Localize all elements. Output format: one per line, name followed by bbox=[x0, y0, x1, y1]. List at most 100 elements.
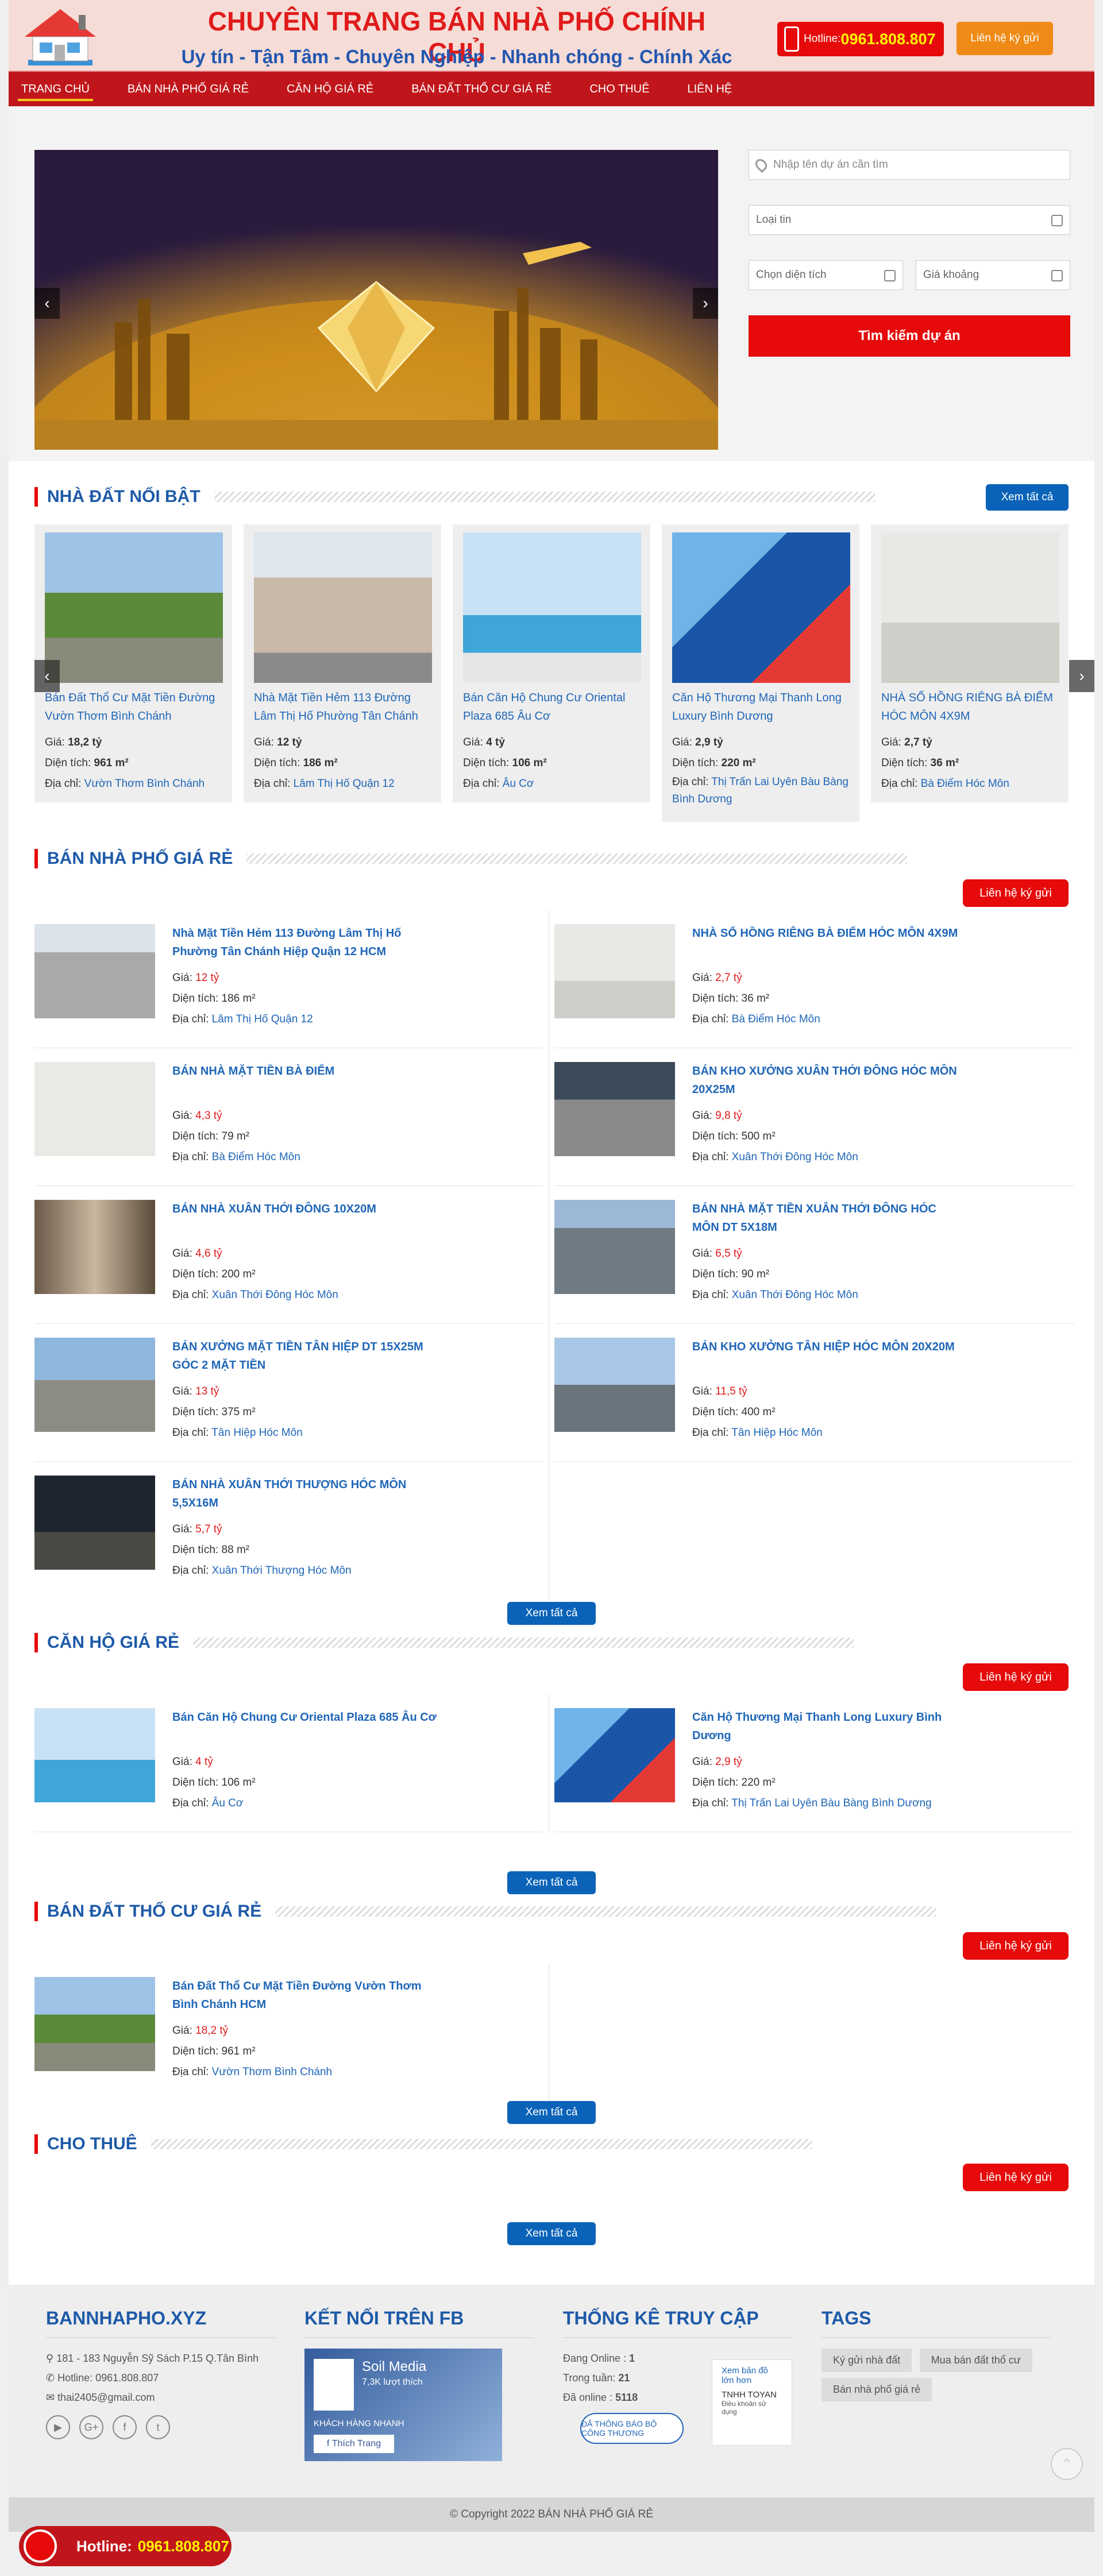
nav-item-nha-pho[interactable]: BÁN NHÀ PHỐ GIÁ RẺ bbox=[128, 71, 249, 107]
listing-item[interactable]: BÁN NHÀ XUÂN THỚI ĐÔNG 10X20M Giá: 4,6 t… bbox=[34, 1186, 543, 1324]
featured-photo[interactable] bbox=[254, 532, 432, 683]
listing-photo[interactable] bbox=[34, 924, 155, 1018]
nav-item-home[interactable]: TRANG CHỦ bbox=[18, 71, 93, 107]
type-select[interactable]: Loại tin bbox=[749, 205, 1070, 235]
listing-photo[interactable] bbox=[554, 924, 675, 1018]
youtube-icon[interactable]: ▶ bbox=[46, 2415, 70, 2439]
featured-address[interactable]: Bà Điểm Hóc Môn bbox=[921, 778, 1009, 790]
tag-item[interactable]: Mua bán đất thổ cư bbox=[919, 2349, 1032, 2372]
listing-title[interactable]: Căn Hộ Thương Mại Thanh Long Luxury Bình… bbox=[692, 1708, 962, 1745]
featured-title[interactable]: Nhà Mặt Tiền Hẻm 113 Đường Lâm Thị Hố Ph… bbox=[254, 689, 431, 725]
featured-card[interactable]: Căn Hộ Thương Mại Thanh Long Luxury Bình… bbox=[662, 524, 859, 822]
listing-item[interactable]: Bán Đất Thổ Cư Mặt Tiền Đường Vườn Thơm … bbox=[34, 1963, 543, 2101]
listing-address[interactable]: Tân Hiệp Hóc Môn bbox=[731, 1427, 822, 1439]
listing-title[interactable]: BÁN NHÀ MẶT TIỀN BÀ ĐIỂM bbox=[172, 1062, 442, 1099]
fb-like-button[interactable]: f Thích Trang bbox=[314, 2435, 394, 2453]
listing-address[interactable]: Âu Cơ bbox=[212, 1797, 244, 1809]
listing-title[interactable]: BÁN KHO XƯỞNG XUÂN THỚI ĐÔNG HÓC MÔN 20X… bbox=[692, 1062, 962, 1099]
listing-photo[interactable] bbox=[34, 1338, 155, 1432]
listing-photo[interactable] bbox=[34, 1977, 155, 2071]
house-logo-icon[interactable] bbox=[20, 5, 101, 68]
featured-card[interactable]: Nhà Mặt Tiền Hẻm 113 Đường Lâm Thị Hố Ph… bbox=[244, 524, 441, 802]
listing-title[interactable]: BÁN NHÀ MẶT TIỀN XUÂN THỚI ĐÔNG HÓC MÔN … bbox=[692, 1200, 962, 1237]
slider-next-icon[interactable]: › bbox=[693, 288, 718, 319]
floating-hotline[interactable]: Hotline: 0961.808.807 bbox=[19, 2526, 232, 2566]
facebook-icon[interactable]: f bbox=[113, 2415, 137, 2439]
area-select[interactable]: Chọn diện tích bbox=[749, 260, 903, 290]
fb-page-widget[interactable]: Soil Media 7,3K lượt thích KHÁCH HÀNG NH… bbox=[304, 2349, 502, 2461]
listing-item[interactable]: BÁN NHÀ MẶT TIỀN BÀ ĐIỂM Giá: 4,3 tỷ Diệ… bbox=[34, 1048, 543, 1186]
featured-next-icon[interactable]: › bbox=[1069, 660, 1094, 692]
listing-photo[interactable] bbox=[34, 1062, 155, 1156]
listing-photo[interactable] bbox=[554, 1062, 675, 1156]
listing-item[interactable]: Nhà Mặt Tiền Hẻm 113 Đường Lâm Thị Hố Ph… bbox=[34, 910, 543, 1048]
listing-item[interactable]: NHÀ SỔ HỒNG RIÊNG BÀ ĐIỂM HÓC MÔN 4X9M G… bbox=[554, 910, 1074, 1048]
listing-address[interactable]: Lâm Thị Hố Quận 12 bbox=[212, 1013, 313, 1025]
listing-item[interactable]: Bán Căn Hộ Chung Cư Oriental Plaza 685 Â… bbox=[34, 1694, 543, 1832]
nav-item-can-ho[interactable]: CĂN HỘ GIÁ RẺ bbox=[287, 71, 373, 107]
nav-item-lien-he[interactable]: LIÊN HỆ bbox=[687, 71, 732, 107]
nav-item-cho-thue[interactable]: CHO THUÊ bbox=[589, 71, 649, 107]
listing-title[interactable]: Bán Căn Hộ Chung Cư Oriental Plaza 685 Â… bbox=[172, 1708, 442, 1745]
featured-address[interactable]: Vườn Thơm Bình Chánh bbox=[84, 778, 205, 790]
listing-address[interactable]: Bà Điểm Hóc Môn bbox=[212, 1151, 300, 1163]
featured-card[interactable]: NHÀ SỔ HỒNG RIÊNG BÀ ĐIỂM HÓC MÔN 4X9M G… bbox=[871, 524, 1069, 802]
featured-title[interactable]: Bán Đất Thổ Cư Mặt Tiền Đường Vườn Thơm … bbox=[45, 689, 222, 725]
nav-item-dat-tho-cu[interactable]: BÁN ĐẤT THỔ CƯ GIÁ RẺ bbox=[411, 71, 552, 107]
fb-page-name[interactable]: Soil Media bbox=[362, 2359, 426, 2375]
tag-item[interactable]: Bán nhà phố giá rẻ bbox=[822, 2378, 932, 2401]
footer-hotline[interactable]: ✆ Hotline: 0961.808.807 bbox=[46, 2368, 276, 2388]
twitter-icon[interactable]: t bbox=[146, 2415, 170, 2439]
listing-title[interactable]: BÁN KHO XƯỞNG TÂN HIỆP HÓC MÔN 20X20M bbox=[692, 1338, 962, 1374]
slider-prev-icon[interactable]: ‹ bbox=[34, 288, 60, 319]
map-terms[interactable]: Điều khoản sử dụng bbox=[722, 2400, 782, 2416]
listing-title[interactable]: Nhà Mặt Tiền Hẻm 113 Đường Lâm Thị Hố Ph… bbox=[172, 924, 442, 961]
featured-address[interactable]: Lâm Thị Hố Quận 12 bbox=[294, 778, 395, 790]
featured-photo[interactable] bbox=[672, 532, 850, 683]
listing-address[interactable]: Xuân Thới Đông Hóc Môn bbox=[732, 1151, 858, 1163]
bct-badge[interactable]: ĐÃ THÔNG BÁO BỘ CÔNG THƯƠNG bbox=[580, 2413, 684, 2444]
listing-item[interactable]: BÁN NHÀ MẶT TIỀN XUÂN THỚI ĐÔNG HÓC MÔN … bbox=[554, 1186, 1074, 1324]
listing-item[interactable]: BÁN KHO XƯỞNG XUÂN THỚI ĐÔNG HÓC MÔN 20X… bbox=[554, 1048, 1074, 1186]
listing-address[interactable]: Thị Trấn Lai Uyên Bàu Bàng Bình Dương bbox=[731, 1797, 931, 1809]
listing-address[interactable]: Tân Hiệp Hóc Môn bbox=[211, 1427, 302, 1439]
listing-photo[interactable] bbox=[554, 1338, 675, 1432]
can-ho-contact-button[interactable]: Liên hệ ký gửi bbox=[963, 1663, 1069, 1691]
consign-button[interactable]: Liên hệ ký gửi bbox=[957, 22, 1053, 55]
map-popup[interactable]: Xem bản đồ lớn hơn TNHH TOYAN Điều khoản… bbox=[712, 2359, 792, 2446]
price-select[interactable]: Giá khoảng bbox=[916, 260, 1070, 290]
keyword-input[interactable]: Nhập tên dự án cần tìm bbox=[749, 150, 1070, 180]
listing-photo[interactable] bbox=[34, 1200, 155, 1294]
featured-address[interactable]: Âu Cơ bbox=[503, 778, 534, 790]
cho-thue-contact-button[interactable]: Liên hệ ký gửi bbox=[963, 2164, 1069, 2191]
listing-photo[interactable] bbox=[34, 1476, 155, 1570]
listing-title[interactable]: NHÀ SỔ HỒNG RIÊNG BÀ ĐIỂM HÓC MÔN 4X9M bbox=[692, 924, 962, 961]
dat-tho-cu-view-all-button[interactable]: Xem tất cả bbox=[507, 2101, 596, 2124]
tag-item[interactable]: Ký gửi nhà đất bbox=[822, 2349, 912, 2372]
featured-title[interactable]: Căn Hộ Thương Mại Thanh Long Luxury Bình… bbox=[672, 689, 849, 725]
featured-title[interactable]: Bán Căn Hộ Chung Cư Oriental Plaza 685 Â… bbox=[463, 689, 640, 725]
featured-card[interactable]: Bán Đất Thổ Cư Mặt Tiền Đường Vườn Thơm … bbox=[34, 524, 232, 802]
listing-title[interactable]: BÁN XƯỞNG MẶT TIỀN TÂN HIỆP DT 15X25M GÓ… bbox=[172, 1338, 442, 1374]
nha-pho-contact-button[interactable]: Liên hệ ký gửi bbox=[963, 879, 1069, 907]
listing-title[interactable]: BÁN NHÀ XUÂN THỚI ĐÔNG 10X20M bbox=[172, 1200, 442, 1237]
banner-slider[interactable]: ‹ › bbox=[34, 150, 718, 450]
featured-photo[interactable] bbox=[881, 532, 1059, 683]
listing-item[interactable]: Căn Hộ Thương Mại Thanh Long Luxury Bình… bbox=[554, 1694, 1074, 1832]
listing-title[interactable]: BÁN NHÀ XUÂN THỚI THƯỢNG HÓC MÔN 5,5X16M bbox=[172, 1476, 442, 1512]
listing-address[interactable]: Xuân Thới Đông Hóc Môn bbox=[732, 1289, 858, 1301]
listing-address[interactable]: Xuân Thới Đông Hóc Môn bbox=[212, 1289, 338, 1301]
featured-title[interactable]: NHÀ SỔ HỒNG RIÊNG BÀ ĐIỂM HÓC MÔN 4X9M bbox=[881, 689, 1058, 725]
dat-tho-cu-contact-button[interactable]: Liên hệ ký gửi bbox=[963, 1932, 1069, 1960]
featured-photo[interactable] bbox=[463, 532, 641, 683]
listing-item[interactable]: BÁN XƯỞNG MẶT TIỀN TÂN HIỆP DT 15X25M GÓ… bbox=[34, 1324, 543, 1462]
listing-address[interactable]: Bà Điểm Hóc Môn bbox=[732, 1013, 820, 1025]
listing-photo[interactable] bbox=[34, 1708, 155, 1802]
listing-item[interactable]: BÁN NHÀ XUÂN THỚI THƯỢNG HÓC MÔN 5,5X16M… bbox=[34, 1462, 543, 1600]
listing-photo[interactable] bbox=[554, 1708, 675, 1802]
listing-item[interactable]: BÁN KHO XƯỞNG TÂN HIỆP HÓC MÔN 20X20M Gi… bbox=[554, 1324, 1074, 1462]
can-ho-view-all-button[interactable]: Xem tất cả bbox=[507, 1871, 596, 1894]
featured-photo[interactable] bbox=[45, 532, 223, 683]
scroll-top-icon[interactable]: ⌃ bbox=[1051, 2448, 1083, 2480]
listing-address[interactable]: Xuân Thới Thượng Hóc Môn bbox=[212, 1565, 352, 1577]
